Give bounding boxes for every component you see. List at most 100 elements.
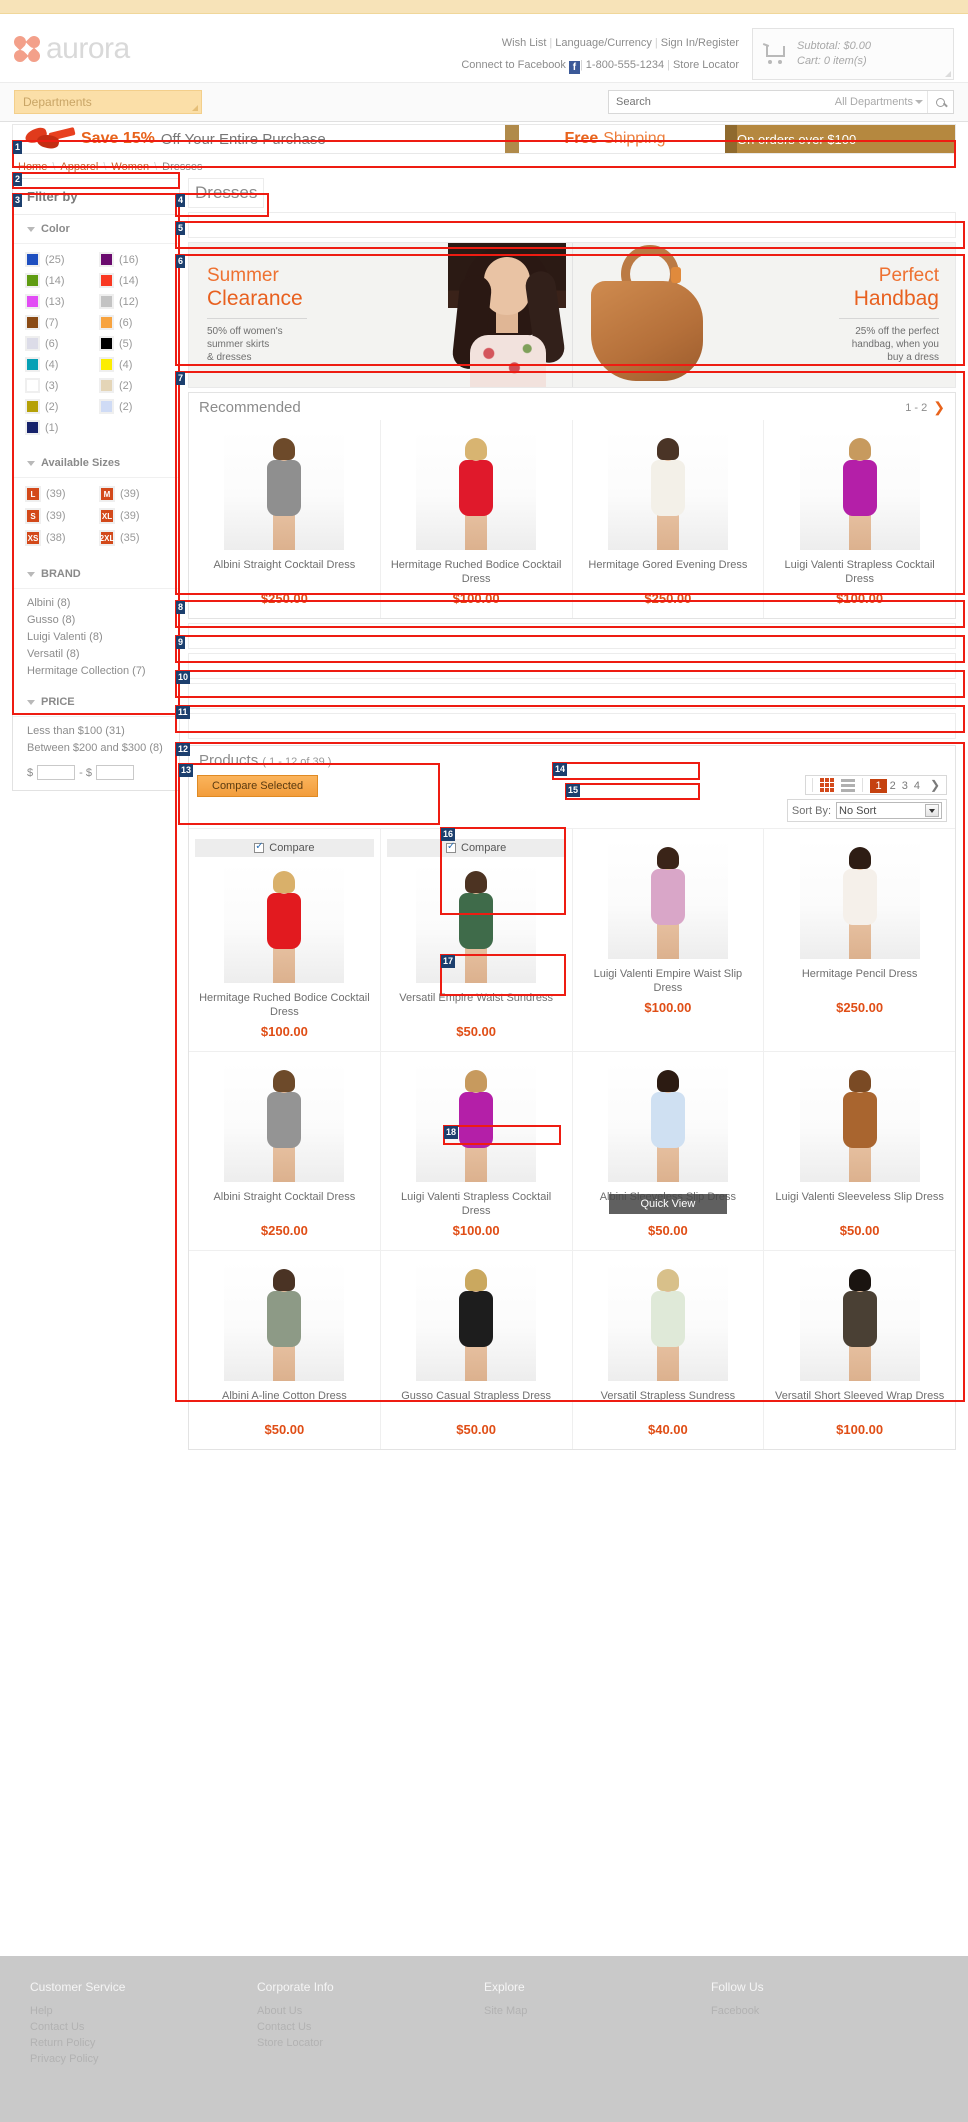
brand-filter-item[interactable]: Versatil (8) (27, 646, 169, 663)
filter-section-color[interactable]: Color (13, 215, 179, 244)
color-filter-item[interactable]: (12) (99, 294, 173, 309)
page-number[interactable]: 3 (899, 780, 911, 792)
breadcrumb-women[interactable]: Women (111, 161, 149, 173)
product-image[interactable] (799, 1261, 920, 1381)
product-image[interactable] (416, 863, 537, 983)
product-card[interactable]: Versatil Short Sleeved Wrap Dress $100.00 (763, 1251, 955, 1449)
product-card[interactable]: Quick ViewAlbini Sleeveless Slip Dress$5… (571, 1052, 764, 1250)
footer-link[interactable]: Privacy Policy (30, 2051, 257, 2067)
list-view-icon[interactable] (841, 778, 856, 792)
color-filter-item[interactable]: (1) (25, 420, 99, 435)
product-image[interactable] (607, 430, 728, 550)
chevron-right-icon[interactable]: ❯ (930, 778, 940, 792)
filter-section-sizes[interactable]: Available Sizes (13, 449, 179, 478)
color-filter-item[interactable]: (2) (99, 378, 173, 393)
color-filter-item[interactable]: (4) (99, 357, 173, 372)
product-image[interactable] (224, 863, 345, 983)
quick-view-button[interactable]: Quick View (608, 1194, 727, 1214)
compare-selected-button[interactable]: Compare Selected (197, 775, 319, 797)
language-currency-link[interactable]: Language/Currency (552, 37, 655, 49)
product-image[interactable] (799, 1062, 920, 1182)
page-number[interactable]: 2 (887, 780, 899, 792)
compare-checkbox[interactable]: Compare (386, 839, 566, 857)
product-image[interactable] (799, 430, 920, 550)
size-filter-item[interactable]: L (39) (25, 486, 99, 502)
size-filter-item[interactable]: XS (38) (25, 530, 99, 546)
color-filter-item[interactable]: (5) (99, 336, 173, 351)
hero-banner-summer-clearance[interactable]: Summer Clearance 50% off women's summer … (189, 243, 572, 387)
color-filter-item[interactable]: (2) (25, 399, 99, 414)
cart-summary[interactable]: Subtotal: $0.00 Cart: 0 item(s) (752, 28, 954, 80)
color-filter-item[interactable]: (13) (25, 294, 99, 309)
promo-save-banner[interactable]: Save 15% Off Your Entire Purchase (13, 125, 505, 153)
product-card[interactable]: Gusso Casual Strapless Dress $50.00 (379, 1251, 572, 1449)
wish-list-link[interactable]: Wish List (499, 37, 550, 49)
phone-link[interactable]: 1-800-555-1234 (583, 59, 667, 71)
product-image[interactable] (607, 1261, 728, 1381)
size-filter-item[interactable]: 2XL (35) (99, 530, 173, 546)
color-filter-item[interactable]: (14) (99, 273, 173, 288)
site-logo[interactable]: aurora (11, 32, 130, 66)
search-category-dropdown[interactable]: All Departments (835, 96, 927, 108)
brand-filter-item[interactable]: Gusso (8) (27, 612, 169, 629)
size-filter-item[interactable]: S (39) (25, 508, 99, 524)
recommended-product-card[interactable]: Hermitage Ruched Bodice Cocktail Dress $1… (379, 420, 572, 618)
brand-filter-item[interactable]: Hermitage Collection (7) (27, 663, 169, 680)
chevron-right-icon[interactable]: ❯ (933, 399, 945, 416)
color-filter-item[interactable]: (6) (25, 336, 99, 351)
product-card[interactable]: Compare Versatil Empire Waist Sundress $50… (379, 829, 572, 1051)
hero-banner-perfect-handbag[interactable]: Perfect Handbag 25% off the perfect hand… (571, 243, 955, 387)
page-number[interactable]: 4 (911, 780, 923, 792)
color-filter-item[interactable]: (16) (99, 252, 173, 267)
size-filter-item[interactable]: M (39) (99, 486, 173, 502)
product-image[interactable] (224, 1062, 345, 1182)
color-filter-item[interactable]: (6) (99, 315, 173, 330)
color-filter-item[interactable]: (25) (25, 252, 99, 267)
footer-link[interactable]: Facebook (711, 2003, 938, 2019)
color-filter-item[interactable]: (14) (25, 273, 99, 288)
search-button[interactable] (927, 91, 953, 113)
color-filter-item[interactable]: (4) (25, 357, 99, 372)
page-number[interactable]: 1 (870, 779, 887, 793)
footer-link[interactable]: Store Locator (257, 2035, 484, 2051)
product-card[interactable]: Luigi Valenti Sleeveless Slip Dress $50.0… (763, 1052, 955, 1250)
product-card[interactable]: Versatil Strapless Sundress $40.00 (571, 1251, 764, 1449)
product-card[interactable]: Albini Straight Cocktail Dress $250.00 (189, 1052, 380, 1250)
product-card[interactable]: Luigi Valenti Empire Waist Slip Dress $10… (571, 829, 764, 1051)
breadcrumb-home[interactable]: Home (18, 161, 47, 173)
footer-link[interactable]: Site Map (484, 2003, 711, 2019)
product-image[interactable] (416, 1261, 537, 1381)
search-input[interactable] (609, 96, 835, 108)
store-locator-link[interactable]: Store Locator (670, 59, 742, 71)
search-box[interactable]: All Departments (608, 90, 954, 114)
grid-view-icon[interactable] (820, 778, 835, 792)
footer-link[interactable]: About Us (257, 2003, 484, 2019)
product-image[interactable] (607, 839, 728, 959)
filter-section-price[interactable]: PRICE (13, 688, 179, 717)
color-filter-item[interactable]: (3) (25, 378, 99, 393)
product-card[interactable]: Albini A-line Cotton Dress $50.00 (189, 1251, 380, 1449)
recommended-product-card[interactable]: Albini Straight Cocktail Dress $250.00 (189, 420, 380, 618)
footer-link[interactable]: Contact Us (257, 2019, 484, 2035)
product-image[interactable] (607, 1062, 728, 1182)
recommended-product-card[interactable]: Luigi Valenti Strapless Cocktail Dress $1… (763, 420, 955, 618)
recommended-product-card[interactable]: Hermitage Gored Evening Dress $250.00 (571, 420, 764, 618)
product-image[interactable] (416, 430, 537, 550)
compare-checkbox[interactable]: Compare (195, 839, 374, 857)
price-to-input[interactable] (95, 765, 134, 780)
color-filter-item[interactable]: (2) (99, 399, 173, 414)
footer-link[interactable]: Contact Us (30, 2019, 257, 2035)
footer-link[interactable]: Return Policy (30, 2035, 257, 2051)
product-card[interactable]: Compare Hermitage Ruched Bodice Cocktail … (189, 829, 380, 1051)
brand-filter-item[interactable]: Albini (8) (27, 595, 169, 612)
promo-free-shipping[interactable]: Free Shipping (505, 125, 725, 153)
size-filter-item[interactable]: XL (39) (99, 508, 173, 524)
product-card[interactable]: Hermitage Pencil Dress $250.00 (763, 829, 955, 1051)
departments-dropdown[interactable]: Departments (14, 90, 202, 114)
brand-filter-item[interactable]: Luigi Valenti (8) (27, 629, 169, 646)
promo-orders-over[interactable]: On orders over $100 (725, 125, 955, 153)
filter-section-brand[interactable]: BRAND (13, 560, 179, 589)
price-filter-item[interactable]: Between $200 and $300 (8) (27, 740, 169, 757)
product-image[interactable] (416, 1062, 537, 1182)
connect-facebook-link[interactable]: Connect to Facebook (458, 59, 569, 71)
